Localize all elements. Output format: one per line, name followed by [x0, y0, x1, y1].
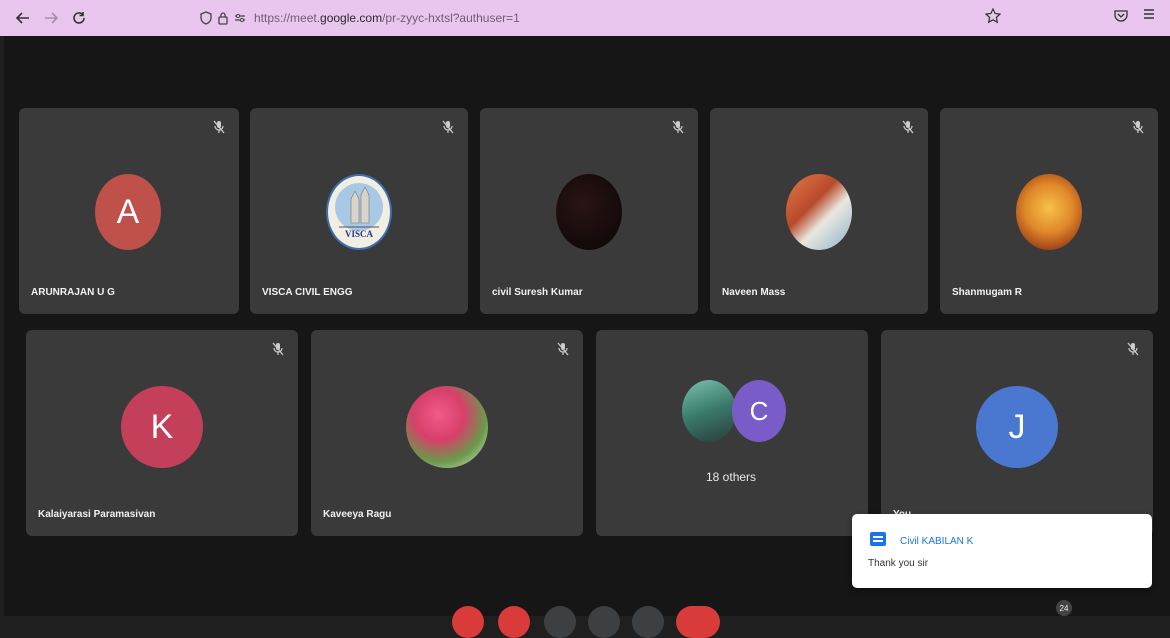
mic-off-icon: [272, 342, 284, 356]
participant-tile-self[interactable]: J You: [881, 330, 1153, 536]
address-bar[interactable]: https://meet.google.com/pr-zyyc-hxtsl?au…: [200, 5, 1020, 31]
logo-text: VISCA: [345, 229, 374, 239]
url-prefix: https://meet.: [254, 11, 321, 25]
participant-name: ARUNRAJAN U G: [31, 287, 115, 298]
participant-name: Naveen Mass: [722, 287, 786, 298]
mic-off-icon: [672, 120, 684, 134]
avatar: J: [976, 386, 1058, 468]
avatar-photo: [1016, 174, 1082, 250]
raise-hand-button[interactable]: [588, 606, 620, 638]
avatar-photo: [786, 174, 852, 250]
logo-image: VISCA: [335, 183, 383, 239]
url-domain: google.com: [320, 11, 383, 25]
mic-off-icon: [902, 120, 914, 134]
participant-tile[interactable]: Naveen Mass: [710, 108, 928, 314]
participant-name: VISCA CIVIL ENGG: [262, 287, 353, 298]
url-path: /pr-zyyc-hxtsl?authuser=1: [382, 11, 520, 25]
captions-button[interactable]: [544, 606, 576, 638]
others-count-label: 18 others: [706, 470, 757, 484]
avatar: K: [121, 386, 203, 468]
participant-count-badge[interactable]: 24: [1056, 600, 1072, 616]
hamburger-icon[interactable]: [1142, 7, 1156, 21]
pocket-icon[interactable]: [1114, 9, 1128, 23]
participant-tile[interactable]: Kaveeya Ragu: [311, 330, 583, 536]
participant-name: Kaveeya Ragu: [323, 509, 392, 520]
avatar-photo: [556, 174, 622, 250]
mic-off-icon: [213, 120, 225, 134]
forward-button[interactable]: [40, 7, 62, 29]
mic-off-icon: [1127, 342, 1139, 356]
avatar: VISCA: [326, 174, 392, 250]
chat-icon: [870, 532, 886, 546]
chat-sender: Civil KABILAN K: [900, 536, 974, 547]
reload-button[interactable]: [68, 7, 90, 29]
participant-tile[interactable]: A ARUNRAJAN U G: [19, 108, 239, 314]
star-icon[interactable]: [985, 8, 1001, 24]
shield-icon: [200, 11, 212, 25]
chat-message: Thank you sir: [868, 558, 929, 569]
leave-call-button[interactable]: [676, 606, 720, 638]
reload-icon: [73, 12, 85, 24]
avatar-initial: C: [749, 395, 769, 426]
mic-off-icon: [1132, 120, 1144, 134]
back-button[interactable]: [12, 7, 34, 29]
present-button[interactable]: [632, 606, 664, 638]
participant-tile[interactable]: VISCA VISCA CIVIL ENGG: [250, 108, 468, 314]
avatar: A: [95, 174, 161, 250]
avatar: C: [732, 380, 786, 442]
participant-tile[interactable]: civil Suresh Kumar: [480, 108, 698, 314]
participant-tile[interactable]: Shanmugam R: [940, 108, 1158, 314]
camera-toggle-button[interactable]: [498, 606, 530, 638]
participant-name: civil Suresh Kumar: [492, 287, 583, 298]
participant-name: Shanmugam R: [952, 287, 1023, 298]
avatar-photo: [682, 380, 736, 442]
avatar-photo: [406, 386, 488, 468]
url-text[interactable]: https://meet.google.com/pr-zyyc-hxtsl?au…: [254, 11, 520, 25]
avatar-initial: A: [116, 192, 140, 231]
permissions-icon[interactable]: [234, 12, 246, 24]
arrow-right-icon: [45, 12, 58, 24]
avatar-initial: J: [1008, 407, 1026, 446]
arrow-left-icon: [16, 12, 29, 24]
lock-icon: [218, 12, 228, 25]
mic-off-icon: [557, 342, 569, 356]
mic-toggle-button[interactable]: [452, 606, 484, 638]
participant-tile-others[interactable]: C 18 others: [596, 330, 868, 536]
participant-tile[interactable]: K Kalaiyarasi Paramasivan: [26, 330, 298, 536]
mic-off-icon: [442, 120, 454, 134]
avatar-initial: K: [150, 407, 174, 446]
participant-name: Kalaiyarasi Paramasivan: [38, 509, 156, 520]
chat-notification[interactable]: Civil KABILAN K Thank you sir: [852, 514, 1152, 588]
